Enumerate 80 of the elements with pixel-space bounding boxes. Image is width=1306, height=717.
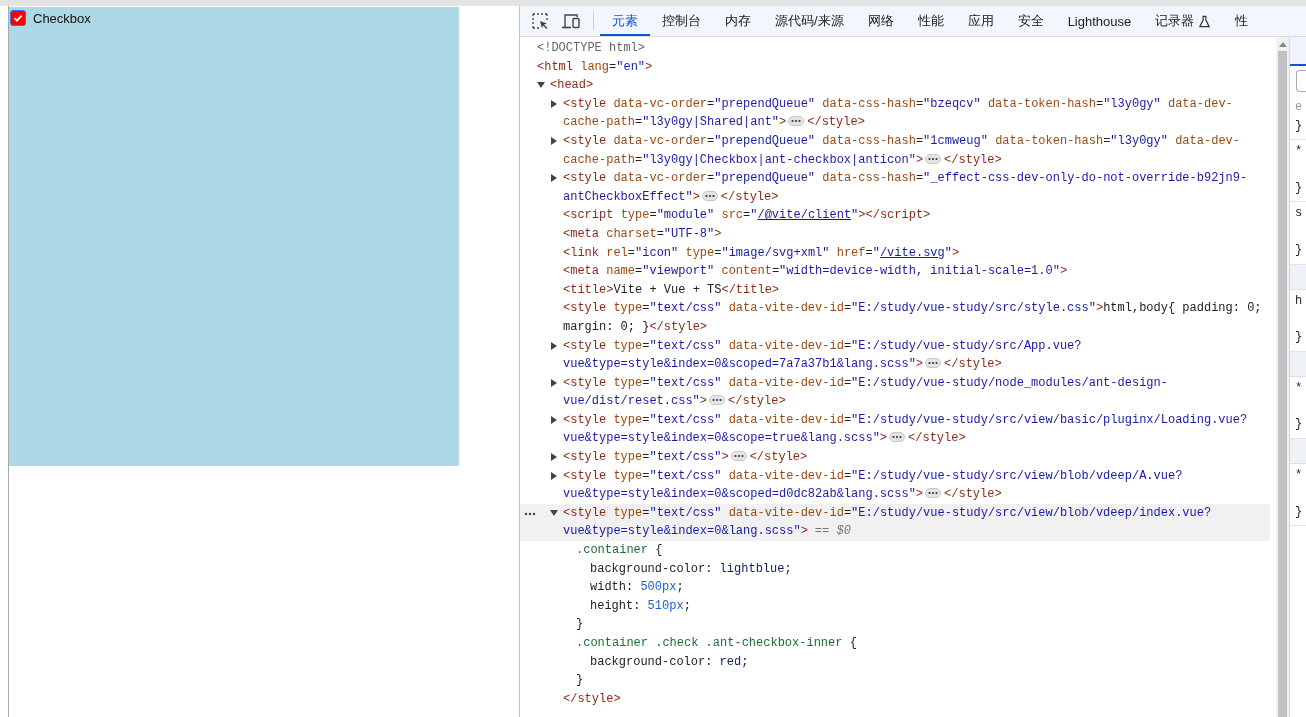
scroll-up-icon[interactable] [1278,42,1287,47]
ellipsis-icon[interactable] [889,432,906,443]
scrollbar-thumb[interactable] [1278,51,1287,717]
ellipsis-icon[interactable] [925,358,942,369]
tree-node[interactable]: <style type="text/css"> </style> [520,448,1270,467]
caret-right-icon[interactable] [550,415,558,424]
caret-right-icon[interactable] [550,136,558,145]
caret-right-icon[interactable] [550,99,558,108]
tree-node[interactable]: <style data-vc-order="prependQueue" data-css-hash="_effect-css-dev-only-do-not-override-b92jn9-antCheckboxEffect"> </style> [520,169,1270,207]
panel-tab[interactable]: Lighthouse [1055,6,1144,36]
css-brace: } [1295,179,1304,197]
style-rule-fragment: * [1295,466,1304,484]
ellipsis-icon[interactable] [730,451,747,462]
tree-node[interactable]: <meta charset="UTF-8"> [520,224,1270,244]
ellipsis-icon[interactable] [701,190,718,201]
tree-node[interactable]: <title>Vite + Vue + TS</title> [520,280,1270,300]
panel-tab[interactable]: 元素 [600,6,650,36]
tree-node[interactable]: <link rel="icon" type="image/svg+xml" href="/vite.svg"> [520,243,1270,263]
css-brace: } [1295,117,1304,135]
ellipsis-icon[interactable] [925,488,942,499]
tree-node[interactable]: <style type="text/css" data-vite-dev-id="E:/study/vue-study/src/App.vue?vue&type=style&index=0&scoped=7a7a37b1&lang.scss"> </style> [520,336,1270,374]
tree-node[interactable]: <html lang="en"> [520,57,1270,77]
more-icon[interactable] [524,510,536,517]
tree-node[interactable]: <head> [520,76,1270,95]
panel-tab[interactable]: 性能 [905,6,956,36]
caret-right-icon[interactable] [550,471,558,480]
css-brace: } [1295,329,1304,347]
panel-tab[interactable]: 源代码/来源 [763,6,856,36]
tree-node[interactable]: <style type="text/css" data-vite-dev-id="E:/study/vue-study/src/view/basic/pluginx/Loading.vue?vue&type=style&index=0&scope=true&lang.scss"> </style> [520,410,1270,449]
style-rule-fragment: h [1295,292,1304,310]
caret-right-icon[interactable] [550,378,558,387]
panel-tab[interactable]: 性 [1223,6,1261,36]
css-brace: } [1295,416,1304,434]
style-rule-fragment: * [1295,379,1304,397]
css-declaration: width: 500px; [590,580,684,595]
caret-right-icon[interactable] [550,453,558,462]
tree-node[interactable]: <style type="text/css" data-vite-dev-id="E:/study/vue-study/src/view/blob/vdeep/A.vue?vue&type=style&index=0&scoped=d0dc82ab&lang.scss"> </style> [520,466,1270,504]
ellipsis-icon[interactable] [788,116,805,127]
tree-node[interactable]: <script type="module" src="/@vite/client"></script> [520,206,1270,225]
css-declaration: background-color: red; [590,654,749,669]
filter-field[interactable] [1296,70,1306,92]
panel-tab[interactable]: 安全 [1005,6,1056,36]
checkbox[interactable] [10,10,26,26]
css-selector: .container .check .ant-checkbox-inner { [576,636,857,650]
tree-node[interactable]: <!DOCTYPE html> [520,39,1270,58]
style-rule-fragment: s [1295,205,1304,223]
caret-down-icon[interactable] [537,81,545,90]
panel-tab[interactable]: 网络 [855,6,906,36]
css-brace: } [576,673,584,688]
caret-down-icon[interactable] [550,508,558,517]
css-declaration: height: 510px; [590,598,691,613]
css-brace: } [576,617,584,632]
panel-tab[interactable]: 内存 [713,6,763,36]
tree-node[interactable]: <style data-vc-order="prependQueue" data-css-hash="bzeqcv" data-token-hash="l3y0gy" data-dev-cache-path="l3y0gy|Shared|ant"> </style> [520,94,1270,132]
checkbox-label: Checkbox [33,10,91,26]
css-brace: } [1295,503,1304,521]
inspect-element-icon[interactable] [531,12,549,30]
link[interactable]: /vite.svg [879,245,945,260]
panel-tab[interactable]: 记录器 [1143,6,1224,36]
caret-right-icon[interactable] [550,174,558,183]
style-rule-fragment: * [1295,143,1304,161]
scrollbar[interactable] [1276,37,1289,717]
tree-node[interactable]: <style data-vc-order="prependQueue" data-css-hash="1cmweug" data-token-hash="l3y0gy" data-dev-cache-path="l3y0gy|Checkbox|ant-checkbox|anticon"> </style> [520,131,1270,170]
css-brace: } [1295,241,1304,259]
ellipsis-icon[interactable] [925,153,942,164]
tree-node[interactable]: <style type="text/css" data-vite-dev-id="E:/study/vue-study/src/style.css">html,body{ padding: 0; margin: 0; }</style> [520,299,1270,337]
styles-tab[interactable] [1290,37,1306,66]
panel-tab[interactable]: 应用 [955,6,1006,36]
link[interactable]: /@vite/client [757,208,852,223]
style-rule-fragment: e [1295,99,1304,116]
caret-right-icon[interactable] [550,341,558,350]
css-selector: .container { [576,543,663,558]
tree-node[interactable]: <meta name="viewport" content="width=device-width, initial-scale=1.0"> [520,262,1270,281]
ellipsis-icon[interactable] [709,395,726,406]
closing-tag: </style> [563,691,621,706]
css-declaration: background-color: lightblue; [590,561,792,576]
panel-tab[interactable]: 控制台 [650,6,713,36]
tree-node[interactable]: <style type="text/css" data-vite-dev-id="E:/study/vue-study/src/view/blob/vdeep/index.vue?vue&type=style&index=0&lang.scss"> == $0 [520,503,1270,542]
device-toolbar-icon[interactable] [561,12,581,30]
tree-node[interactable]: <style type="text/css" data-vite-dev-id="E:/study/vue-study/node_modules/ant-design-vue/dist/reset.css"> </style> [520,373,1270,411]
